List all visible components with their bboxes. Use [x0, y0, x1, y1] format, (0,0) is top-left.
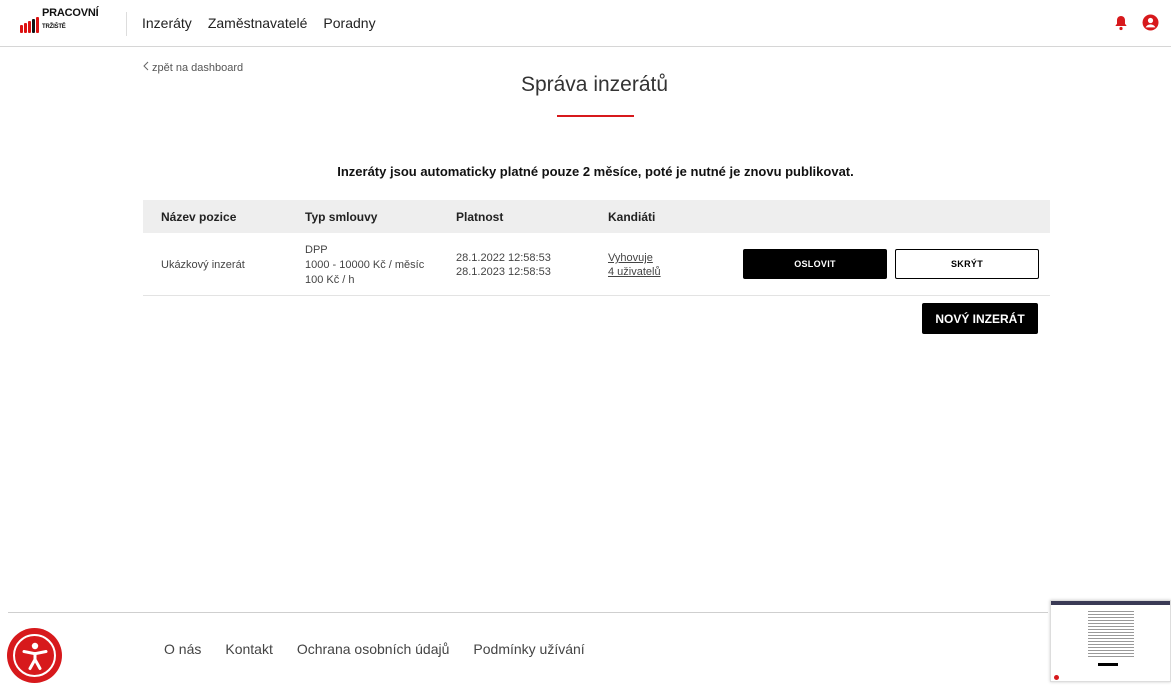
header-divider [126, 12, 127, 36]
candidates-line-2: 4 uživatelů [608, 266, 661, 278]
ads-table: Název pozice Typ smlouvy Platnost Kandiá… [143, 200, 1050, 296]
table-row: Ukázkový inzerát DPP 1000 - 10000 Kč / m… [143, 233, 1050, 296]
title-underline [557, 115, 634, 117]
contact-button[interactable]: OSLOVIT [743, 249, 887, 279]
candidates-line-1: Vyhovuje [608, 252, 653, 264]
footer-link-about[interactable]: O nás [164, 641, 201, 657]
valid-to: 28.1.2023 12:58:53 [456, 266, 551, 278]
page-preview-thumbnail[interactable] [1050, 600, 1171, 682]
salary-hour: 100 Kč / h [305, 274, 355, 286]
main-nav: Inzeráty Zaměstnavatelé Poradny [142, 15, 376, 31]
validity-cell: 28.1.2022 12:58:53 28.1.2023 12:58:53 [456, 251, 551, 279]
header-icons [1114, 14, 1159, 31]
top-bar: PRACOVNÍ TRŽIŠTĚ Inzeráty Zaměstnavatelé… [0, 0, 1171, 47]
validity-notice: Inzeráty jsou automaticky platné pouze 2… [337, 164, 854, 179]
logo[interactable]: PRACOVNÍ TRŽIŠTĚ [20, 7, 114, 33]
footer-link-contact[interactable]: Kontakt [225, 641, 272, 657]
bell-icon[interactable] [1114, 15, 1128, 31]
accessibility-button[interactable] [7, 628, 62, 683]
column-header-contract: Typ smlouvy [305, 210, 378, 224]
new-ad-button[interactable]: NOVÝ INZERÁT [922, 303, 1038, 334]
contract-cell: DPP 1000 - 10000 Kč / měsíc 100 Kč / h [305, 243, 424, 288]
column-header-validity: Platnost [456, 210, 504, 224]
footer-divider [8, 612, 1048, 613]
table-header: Název pozice Typ smlouvy Platnost Kandiá… [143, 200, 1050, 233]
logo-text: PRACOVNÍ TRŽIŠTĚ [42, 7, 99, 30]
valid-from: 28.1.2022 12:58:53 [456, 252, 551, 264]
user-circle-icon[interactable] [1142, 14, 1159, 31]
footer-link-privacy[interactable]: Ochrana osobních údajů [297, 641, 450, 657]
nav-item-zamestnavatele[interactable]: Zaměstnavatelé [208, 15, 308, 31]
accessibility-icon [13, 634, 56, 677]
page-title: Správa inzerátů [520, 73, 669, 96]
salary-month: 1000 - 10000 Kč / měsíc [305, 259, 425, 271]
ad-name: Ukázkový inzerát [161, 259, 245, 271]
candidates-link[interactable]: Vyhovuje 4 uživatelů [608, 251, 661, 279]
logo-figures [20, 15, 39, 33]
contract-type: DPP [305, 244, 328, 256]
footer-link-terms[interactable]: Podmínky užívání [473, 641, 584, 657]
footer-links: O nás Kontakt Ochrana osobních údajů Pod… [164, 641, 609, 657]
nav-item-inzeraty[interactable]: Inzeráty [142, 15, 192, 31]
column-header-name: Název pozice [161, 210, 237, 224]
hide-button[interactable]: SKRÝT [895, 249, 1039, 279]
back-link-label: zpět na dashboard [152, 61, 244, 74]
column-header-candidates: Kandiáti [608, 210, 656, 224]
nav-item-poradny[interactable]: Poradny [323, 15, 375, 31]
